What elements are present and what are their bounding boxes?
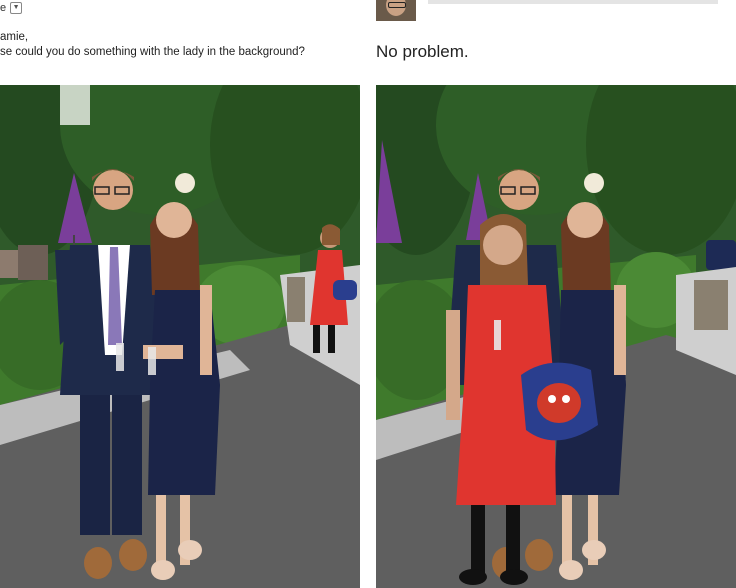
reply-text: No problem. bbox=[376, 42, 469, 61]
right-comment-header: No problem. bbox=[368, 0, 736, 84]
request-greeting: amie, bbox=[0, 31, 29, 43]
commenter-name-line: e ▼ bbox=[0, 2, 23, 14]
edited-photo[interactable] bbox=[376, 85, 736, 588]
backpack-icon bbox=[521, 362, 598, 441]
request-text: se could you do something with the lady … bbox=[0, 46, 305, 58]
original-photo[interactable] bbox=[0, 85, 360, 588]
avatar[interactable] bbox=[376, 0, 416, 21]
chevron-down-icon[interactable]: ▼ bbox=[10, 2, 23, 14]
left-comment-header: e ▼ amie, se could you do something with… bbox=[0, 0, 368, 84]
avatar-glasses bbox=[388, 2, 406, 8]
blurred-name bbox=[428, 0, 718, 4]
photo-divider bbox=[360, 85, 376, 588]
commenter-name[interactable]: e bbox=[0, 2, 6, 14]
